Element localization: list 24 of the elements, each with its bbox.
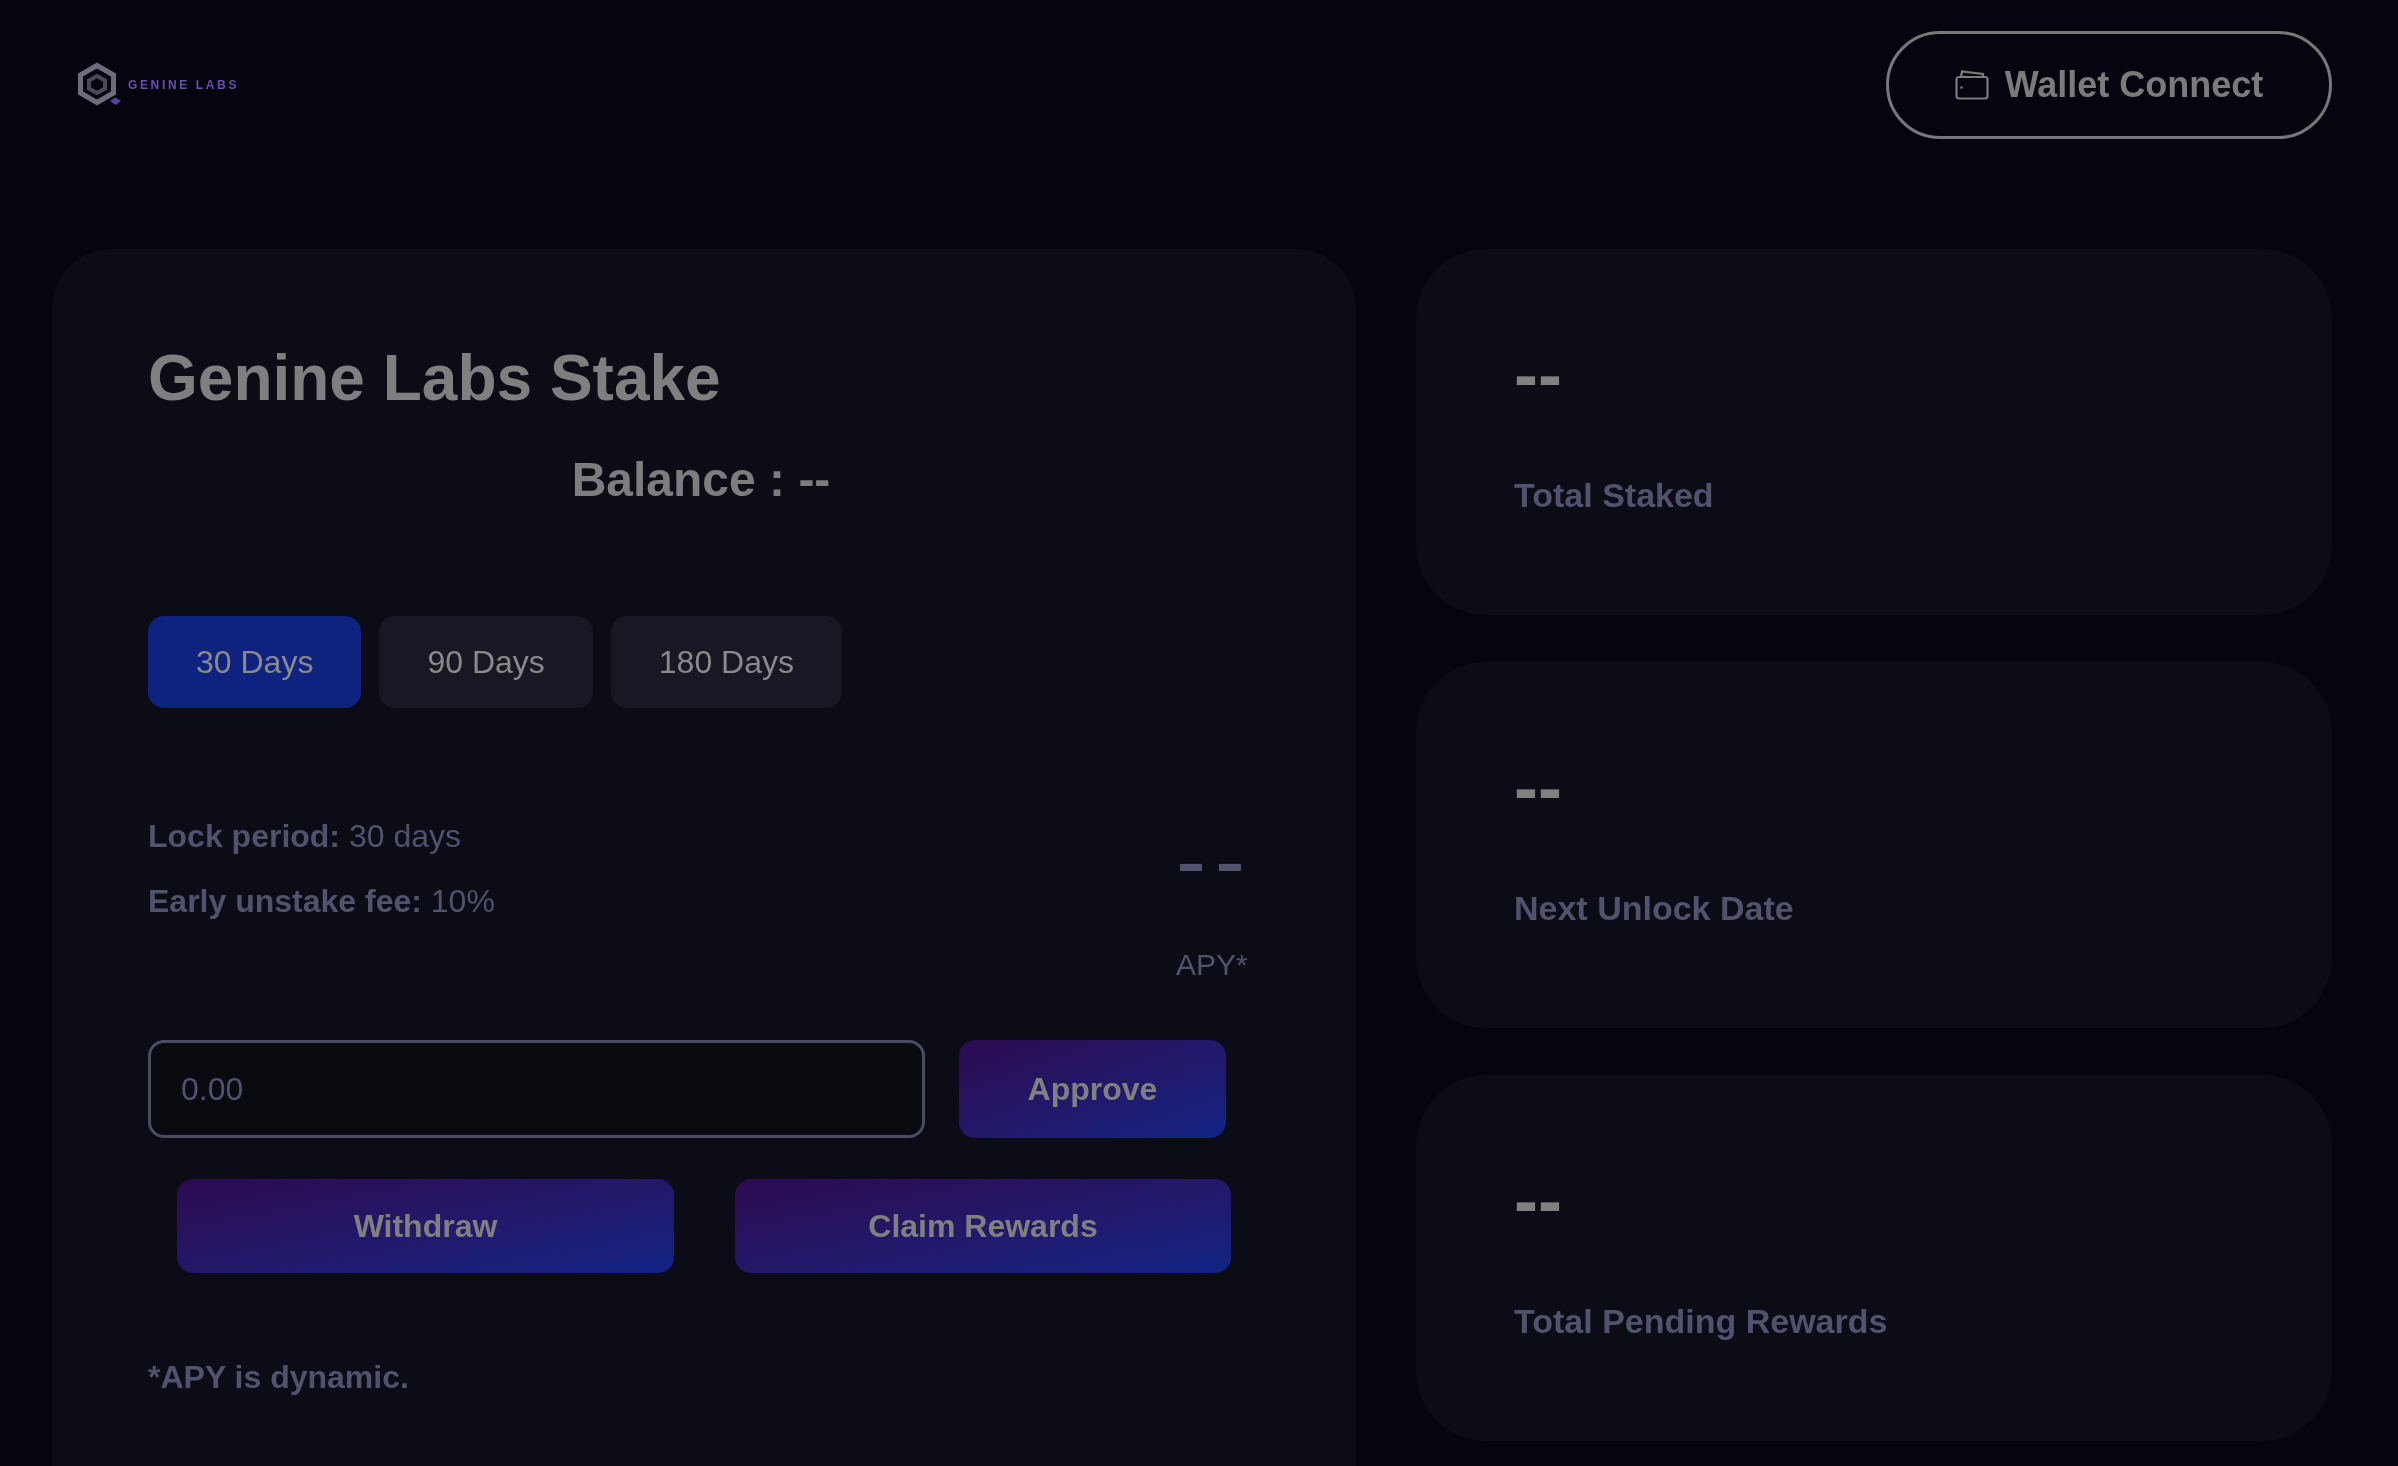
claim-rewards-button[interactable]: Claim Rewards [735,1179,1231,1273]
stat-value: -- [1514,338,1562,410]
stat-value: -- [1514,1164,1562,1236]
detail-text: Lock period: 30 days [148,817,462,856]
period-tab[interactable]: 180 Days [610,616,842,708]
apy-value: -- [1176,816,1254,906]
footnote-text: *APY is dynamic. [148,1358,409,1397]
stat-value: -- [1514,751,1562,823]
logo-text: GENINE LABS [128,79,240,91]
withdraw-button[interactable]: Withdraw [177,1179,674,1273]
wallet-icon [1954,70,1989,100]
wallet-connect-button[interactable]: Wallet Connect [1886,31,2332,139]
stake-title: Genine Labs Stake [148,346,721,410]
balance-text: Balance : -- [571,456,831,504]
period-tab[interactable]: 90 Days [379,616,593,708]
detail-text: Early unstake fee: 10% [148,882,495,921]
stat-label: Next Unlock Date [1514,888,1794,928]
approve-button[interactable]: Approve [959,1040,1226,1138]
stat-label: Total Pending Rewards [1514,1301,1888,1341]
stat-label: Total Staked [1514,475,1714,515]
period-tab[interactable]: 30 Days [148,616,362,708]
logo-icon [76,62,122,108]
apy-label: APY* [1176,947,1248,983]
amount-input[interactable]: 0.00 [148,1040,925,1138]
